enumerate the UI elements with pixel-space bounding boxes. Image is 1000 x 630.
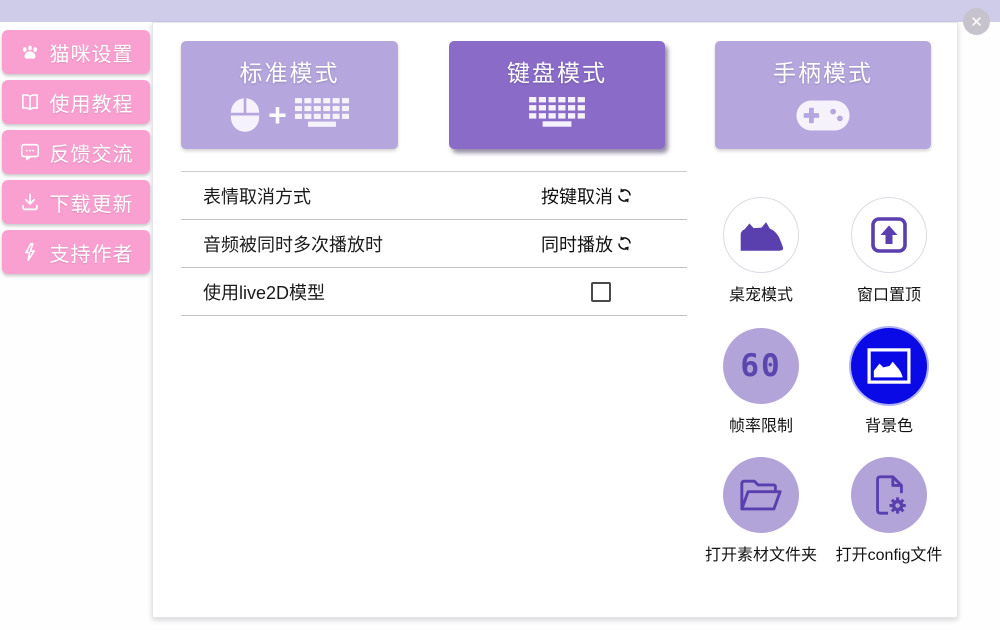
mode-gamepad-label: 手柄模式 bbox=[773, 54, 873, 88]
app-window: ✕ 猫咪设置 使用教程 反馈交流 bbox=[0, 0, 1000, 630]
open-folder-icon bbox=[738, 477, 784, 514]
setting-label: 使用live2D模型 bbox=[181, 279, 325, 305]
shortcut-label: 窗口置顶 bbox=[822, 281, 956, 305]
file-gear-icon bbox=[869, 473, 909, 517]
mode-keyboard-icons bbox=[529, 97, 585, 133]
setting-row-live2d: 使用live2D模型 bbox=[181, 268, 687, 316]
mode-standard-label: 标准模式 bbox=[240, 54, 340, 88]
setting-value: 同时播放 bbox=[541, 231, 613, 257]
cycle-icon bbox=[616, 235, 633, 252]
shortcut-open-assets-folder: 打开素材文件夹 bbox=[694, 457, 828, 565]
chat-bubble-icon bbox=[19, 141, 41, 163]
shortcut-desktop-pet: 桌宠模式 bbox=[694, 197, 828, 305]
shortcut-window-on-top: 窗口置顶 bbox=[822, 197, 956, 305]
setting-value: 按键取消 bbox=[541, 183, 613, 209]
fps-value: 60 bbox=[740, 348, 781, 384]
cat-silhouette-icon bbox=[737, 216, 785, 254]
setting-row-audio-overlap: 音频被同时多次播放时 同时播放 bbox=[181, 220, 687, 268]
keyboard-icon bbox=[295, 98, 349, 133]
mode-gamepad-icons bbox=[795, 97, 851, 134]
plus-icon: + bbox=[268, 100, 287, 130]
mode-keyboard-label: 键盘模式 bbox=[507, 54, 607, 88]
window-on-top-button[interactable] bbox=[851, 197, 927, 273]
lightning-icon bbox=[19, 241, 41, 263]
mode-keyboard-button[interactable]: 键盘模式 bbox=[449, 41, 665, 149]
sidebar-item-support-author[interactable]: 支持作者 bbox=[2, 230, 150, 274]
sidebar-item-tutorial[interactable]: 使用教程 bbox=[2, 80, 150, 124]
mode-standard-icons: + bbox=[230, 97, 349, 133]
download-icon bbox=[19, 191, 41, 213]
open-assets-folder-button[interactable] bbox=[723, 457, 799, 533]
title-bar[interactable] bbox=[0, 0, 1000, 22]
sidebar-item-label: 猫咪设置 bbox=[50, 38, 134, 67]
open-config-file-button[interactable] bbox=[851, 457, 927, 533]
sidebar-item-label: 下载更新 bbox=[50, 188, 134, 217]
paw-icon bbox=[19, 41, 41, 63]
sidebar: 猫咪设置 使用教程 反馈交流 下载更新 bbox=[2, 30, 150, 280]
live2d-checkbox[interactable] bbox=[591, 282, 611, 302]
shortcut-label: 桌宠模式 bbox=[694, 281, 828, 305]
settings-list: 表情取消方式 按键取消 音频被同时多次播放时 同时播 bbox=[181, 171, 687, 316]
setting-label: 表情取消方式 bbox=[181, 183, 311, 209]
shortcut-label: 背景色 bbox=[822, 412, 956, 436]
close-button[interactable]: ✕ bbox=[963, 8, 990, 35]
setting-row-expression-cancel: 表情取消方式 按键取消 bbox=[181, 172, 687, 220]
close-icon: ✕ bbox=[970, 13, 983, 31]
fps-limit-button[interactable]: 60 bbox=[723, 328, 799, 404]
setting-label: 音频被同时多次播放时 bbox=[181, 231, 383, 257]
cycle-icon bbox=[616, 187, 633, 204]
background-image-icon bbox=[867, 348, 911, 384]
pin-to-top-icon bbox=[869, 215, 909, 255]
shortcut-label: 打开config文件 bbox=[822, 541, 956, 565]
desktop-pet-button[interactable] bbox=[723, 197, 799, 273]
shortcut-background-color: 背景色 bbox=[822, 328, 956, 436]
book-icon bbox=[19, 91, 41, 113]
sidebar-item-feedback[interactable]: 反馈交流 bbox=[2, 130, 150, 174]
keyboard-icon bbox=[529, 97, 585, 133]
sidebar-item-update[interactable]: 下载更新 bbox=[2, 180, 150, 224]
mode-standard-button[interactable]: 标准模式 + bbox=[181, 41, 398, 149]
expression-cancel-cycle-selector[interactable]: 按键取消 bbox=[541, 183, 633, 209]
sidebar-item-label: 使用教程 bbox=[50, 88, 134, 117]
audio-overlap-cycle-selector[interactable]: 同时播放 bbox=[541, 231, 633, 257]
settings-panel: 标准模式 + 键盘模式 bbox=[152, 22, 958, 618]
shortcut-open-config-file: 打开config文件 bbox=[822, 457, 956, 565]
mode-gamepad-button[interactable]: 手柄模式 bbox=[715, 41, 931, 149]
background-color-button[interactable] bbox=[851, 328, 927, 404]
shortcut-label: 帧率限制 bbox=[694, 412, 828, 436]
shortcut-label: 打开素材文件夹 bbox=[694, 541, 828, 565]
gamepad-icon bbox=[795, 97, 851, 134]
mouse-icon bbox=[230, 97, 260, 133]
sidebar-item-label: 反馈交流 bbox=[50, 138, 134, 167]
sidebar-item-cat-settings[interactable]: 猫咪设置 bbox=[2, 30, 150, 74]
shortcut-fps-limit: 60 帧率限制 bbox=[694, 328, 828, 436]
sidebar-item-label: 支持作者 bbox=[50, 238, 134, 267]
